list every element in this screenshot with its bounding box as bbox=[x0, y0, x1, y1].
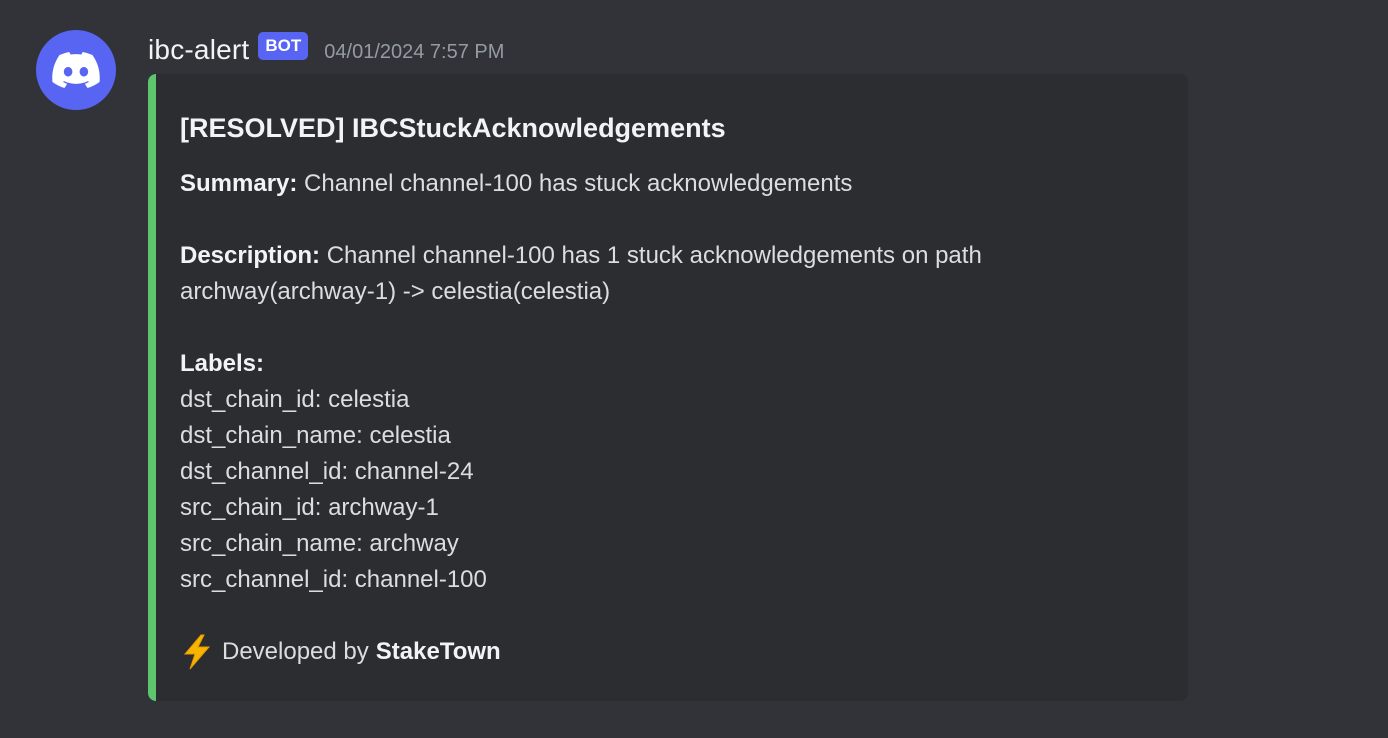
description-line: Description: Channel channel-100 has 1 s… bbox=[180, 238, 1160, 274]
alert-embed: [RESOLVED] IBCStuckAcknowledgements Summ… bbox=[148, 74, 1188, 701]
label-item: src_channel_id: channel-100 bbox=[180, 566, 487, 593]
description-text-2: archway(archway-1) -> celestia(celestia) bbox=[180, 278, 611, 305]
bot-avatar[interactable] bbox=[36, 30, 116, 110]
footer-brand: StakeTown bbox=[375, 638, 501, 665]
bot-badge: BOT bbox=[258, 32, 309, 60]
labels-heading: Labels: bbox=[180, 346, 1160, 382]
label-item: dst_chain_id: celestia bbox=[180, 386, 410, 413]
label-item: dst_chain_name: celestia bbox=[180, 422, 451, 449]
label-item: src_chain_name: archway bbox=[180, 530, 459, 557]
embed-description: Summary: Channel channel-100 has stuck a… bbox=[180, 166, 1160, 598]
embed-accent-bar bbox=[148, 74, 156, 701]
chat-message: ibc-alert BOT 04/01/2024 7:57 PM [RESOLV… bbox=[0, 0, 1388, 738]
labels-heading-text: Labels: bbox=[180, 350, 265, 377]
message-header: ibc-alert BOT 04/01/2024 7:57 PM bbox=[148, 30, 504, 70]
summary-label: Summary: bbox=[180, 170, 298, 197]
label-item: dst_channel_id: channel-24 bbox=[180, 458, 474, 485]
embed-title: [RESOLVED] IBCStuckAcknowledgements bbox=[180, 113, 726, 143]
description-text-1: Channel channel-100 has 1 stuck acknowle… bbox=[326, 242, 982, 269]
discord-logo-icon bbox=[52, 52, 100, 88]
lightning-bolt-icon bbox=[183, 634, 211, 670]
message-timestamp[interactable]: 04/01/2024 7:57 PM bbox=[324, 41, 504, 64]
embed-footer: Developed by StakeTown bbox=[180, 634, 1160, 670]
footer-prefix: Developed by bbox=[222, 638, 369, 665]
description-label: Description: bbox=[180, 242, 321, 269]
author-name[interactable]: ibc-alert bbox=[148, 34, 249, 66]
summary-text: Channel channel-100 has stuck acknowledg… bbox=[304, 170, 853, 197]
summary-line: Summary: Channel channel-100 has stuck a… bbox=[180, 166, 1160, 202]
label-item: src_chain_id: archway-1 bbox=[180, 494, 439, 521]
embed-content: [RESOLVED] IBCStuckAcknowledgements Summ… bbox=[180, 110, 1160, 670]
